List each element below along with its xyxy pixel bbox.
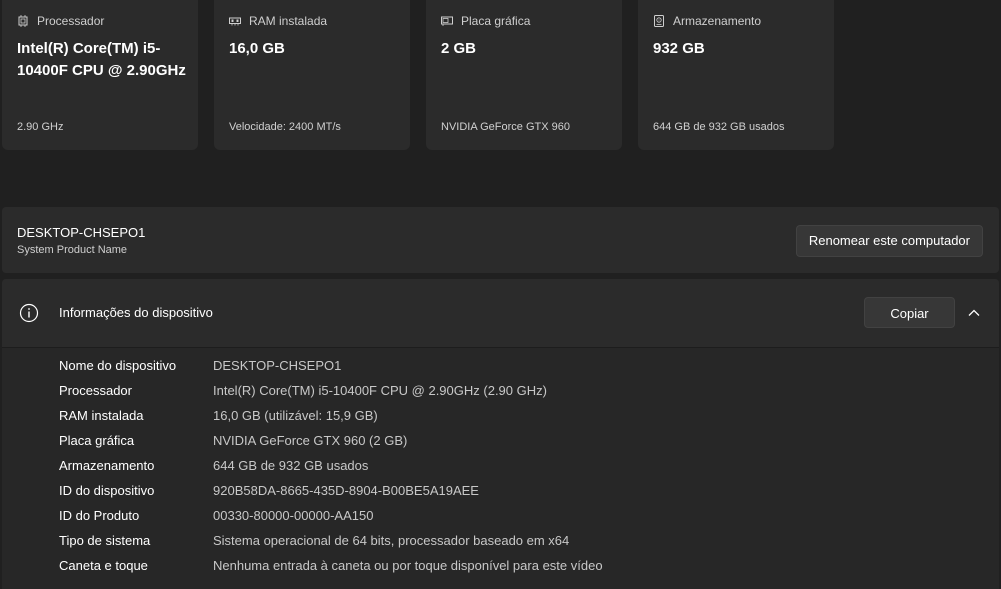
graphics-card-icon (441, 16, 453, 26)
processor-card-value: Intel(R) Core(TM) i5-10400F CPU @ 2.90GH… (17, 40, 186, 79)
spec-key: Processador (59, 383, 132, 398)
storage-icon (654, 15, 664, 27)
spec-row-system-type: Tipo de sistema Sistema operacional de 6… (59, 531, 603, 556)
copy-button[interactable]: Copiar (864, 297, 955, 328)
graphics-card-label: Placa gráfica (461, 14, 531, 28)
spec-key: Placa gráfica (59, 433, 135, 448)
processor-card: Processador Intel(R) Core(TM) i5-10400F … (2, 0, 198, 150)
spec-key: Tipo de sistema (59, 533, 151, 548)
spec-value: NVIDIA GeForce GTX 960 (2 GB) (213, 433, 408, 448)
spec-value: 00330-80000-00000-AA150 (213, 508, 374, 523)
graphics-card: Placa gráfica 2 GB NVIDIA GeForce GTX 96… (426, 0, 622, 150)
graphics-card-sub: NVIDIA GeForce GTX 960 (441, 121, 570, 133)
spec-value: Sistema operacional de 64 bits, processa… (213, 533, 570, 548)
processor-card-sub: 2.90 GHz (17, 121, 64, 133)
spec-row-product-id: ID do Produto 00330-80000-00000-AA150 (59, 506, 603, 531)
processor-card-label: Processador (37, 14, 105, 28)
storage-card-label: Armazenamento (673, 14, 762, 28)
spec-row-device-name: Nome do dispositivo DESKTOP-CHSEPO1 (59, 356, 603, 381)
device-spec-list: Nome do dispositivo DESKTOP-CHSEPO1 Proc… (59, 356, 603, 581)
spec-value: 644 GB de 932 GB usados (213, 458, 369, 473)
spec-key: Caneta e toque (59, 558, 148, 573)
ram-card-sub: Velocidade: 2400 MT/s (229, 121, 341, 133)
spec-row-device-id: ID do dispositivo 920B58DA-8665-435D-890… (59, 481, 603, 506)
computer-name: DESKTOP-CHSEPO1 (17, 225, 146, 240)
computer-model: System Product Name (17, 244, 128, 256)
spec-row-graphics: Placa gráfica NVIDIA GeForce GTX 960 (2 … (59, 431, 603, 456)
spec-value: DESKTOP-CHSEPO1 (213, 358, 342, 373)
ram-card-label: RAM instalada (249, 14, 328, 28)
spec-row-ram: RAM instalada 16,0 GB (utilizável: 15,9 … (59, 406, 603, 431)
processor-icon (18, 15, 28, 27)
spec-key: ID do dispositivo (59, 483, 155, 498)
info-icon (19, 303, 39, 323)
spec-row-storage: Armazenamento 644 GB de 932 GB usados (59, 456, 603, 481)
device-info-panel: Informações do dispositivo Copiar Nome d… (2, 279, 999, 589)
ram-card-value: 16,0 GB (229, 40, 285, 57)
spec-key: Armazenamento (59, 458, 155, 473)
device-info-title: Informações do dispositivo (59, 305, 213, 320)
storage-card-value: 932 GB (653, 40, 705, 57)
rename-computer-button[interactable]: Renomear este computador (795, 225, 983, 257)
spec-row-pen-touch: Caneta e toque Nenhuma entrada à caneta … (59, 556, 603, 581)
collapse-button[interactable] (962, 301, 986, 325)
graphics-card-value: 2 GB (441, 40, 477, 57)
spec-key: ID do Produto (59, 508, 140, 523)
spec-key: RAM instalada (59, 408, 144, 423)
ram-icon (229, 17, 241, 26)
spec-value: 920B58DA-8665-435D-8904-B00BE5A19AEE (213, 483, 479, 498)
storage-card-sub: 644 GB de 932 GB usados (653, 121, 785, 133)
rename-computer-section: DESKTOP-CHSEPO1 System Product Name Reno… (2, 207, 999, 273)
spec-row-processor: Processador Intel(R) Core(TM) i5-10400F … (59, 381, 603, 406)
storage-card: Armazenamento 932 GB 644 GB de 932 GB us… (638, 0, 834, 150)
spec-value: Intel(R) Core(TM) i5-10400F CPU @ 2.90GH… (213, 383, 547, 398)
device-info-header[interactable]: Informações do dispositivo Copiar (2, 279, 999, 348)
spec-key: Nome do dispositivo (59, 358, 177, 373)
spec-value: 16,0 GB (utilizável: 15,9 GB) (213, 408, 378, 423)
spec-value: Nenhuma entrada à caneta ou por toque di… (213, 558, 603, 573)
chevron-up-icon (968, 309, 980, 316)
system-about-page: Processador Intel(R) Core(TM) i5-10400F … (0, 0, 1001, 589)
ram-card: RAM instalada 16,0 GB Velocidade: 2400 M… (214, 0, 410, 150)
